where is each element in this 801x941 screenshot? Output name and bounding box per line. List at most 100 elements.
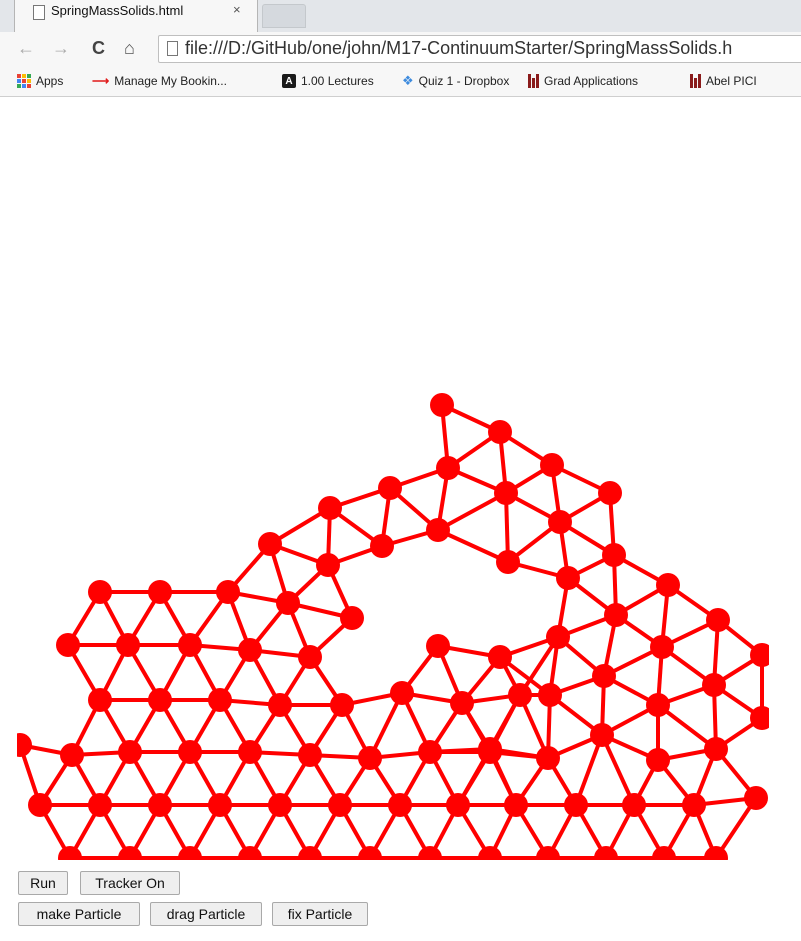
particle[interactable] (148, 793, 172, 817)
particle[interactable] (426, 634, 450, 658)
back-arrow-icon[interactable]: ← (17, 38, 35, 58)
particle[interactable] (602, 543, 626, 567)
particle[interactable] (388, 793, 412, 817)
particle[interactable] (594, 846, 618, 860)
forward-arrow-icon[interactable]: → (52, 38, 70, 58)
particle[interactable] (358, 846, 382, 860)
particle[interactable] (208, 688, 232, 712)
particle[interactable] (478, 737, 502, 761)
particle[interactable] (488, 420, 512, 444)
particle[interactable] (88, 580, 112, 604)
particle[interactable] (488, 645, 512, 669)
particle[interactable] (590, 723, 614, 747)
new-tab-button[interactable] (262, 4, 306, 28)
particle[interactable] (390, 681, 414, 705)
particle[interactable] (646, 693, 670, 717)
reload-icon[interactable]: C (92, 38, 105, 58)
particle[interactable] (704, 737, 728, 761)
home-icon[interactable]: ⌂ (124, 38, 135, 58)
bookmark-dropbox[interactable]: ❖ Quiz 1 - Dropbox (402, 71, 509, 91)
particle[interactable] (148, 580, 172, 604)
particle[interactable] (546, 625, 570, 649)
particle[interactable] (318, 496, 342, 520)
particle[interactable] (268, 793, 292, 817)
particle[interactable] (238, 740, 262, 764)
particle[interactable] (370, 534, 394, 558)
fix-particle-button[interactable]: fix Particle (272, 902, 368, 926)
particle[interactable] (540, 453, 564, 477)
run-button[interactable]: Run (18, 871, 68, 895)
bookmark-manage-booking[interactable]: ⟶ Manage My Bookin... (92, 71, 227, 91)
close-tab-icon[interactable]: × (233, 2, 241, 17)
particle[interactable] (178, 740, 202, 764)
particle[interactable] (17, 733, 32, 757)
particle[interactable] (682, 793, 706, 817)
particle[interactable] (178, 633, 202, 657)
particle[interactable] (536, 846, 560, 860)
particle[interactable] (340, 606, 364, 630)
particle[interactable] (656, 573, 680, 597)
particle[interactable] (598, 481, 622, 505)
particle[interactable] (276, 591, 300, 615)
particle[interactable] (496, 550, 520, 574)
particle[interactable] (148, 688, 172, 712)
address-bar[interactable]: file:///D:/GitHub/one/john/M17-Continuum… (158, 35, 801, 63)
particle[interactable] (316, 553, 340, 577)
particle[interactable] (238, 846, 262, 860)
url-text[interactable]: file:///D:/GitHub/one/john/M17-Continuum… (185, 38, 732, 59)
particle[interactable] (216, 580, 240, 604)
particle[interactable] (548, 510, 572, 534)
particle[interactable] (118, 740, 142, 764)
particle[interactable] (258, 532, 282, 556)
particle[interactable] (446, 793, 470, 817)
make-particle-button[interactable]: make Particle (18, 902, 140, 926)
particle[interactable] (118, 846, 142, 860)
particle[interactable] (744, 786, 768, 810)
browser-tab[interactable]: SpringMassSolids.html × (14, 0, 258, 32)
particle[interactable] (702, 673, 726, 697)
particle[interactable] (650, 635, 674, 659)
particle[interactable] (436, 456, 460, 480)
particle[interactable] (652, 846, 676, 860)
bookmark-grad-applications[interactable]: Grad Applications (528, 71, 638, 91)
particle[interactable] (494, 481, 518, 505)
particle[interactable] (330, 693, 354, 717)
particle[interactable] (88, 688, 112, 712)
particle[interactable] (450, 691, 474, 715)
particle[interactable] (430, 393, 454, 417)
particle[interactable] (592, 664, 616, 688)
particle[interactable] (28, 793, 52, 817)
particle[interactable] (536, 746, 560, 770)
bookmark-apps[interactable]: Apps (17, 71, 63, 91)
particle[interactable] (564, 793, 588, 817)
particle[interactable] (208, 793, 232, 817)
particle[interactable] (88, 793, 112, 817)
particle[interactable] (504, 793, 528, 817)
particle[interactable] (268, 693, 292, 717)
particle[interactable] (622, 793, 646, 817)
particle[interactable] (358, 746, 382, 770)
particle[interactable] (58, 846, 82, 860)
particle[interactable] (604, 603, 628, 627)
particle[interactable] (556, 566, 580, 590)
particle[interactable] (238, 638, 262, 662)
drag-particle-button[interactable]: drag Particle (150, 902, 262, 926)
particle[interactable] (378, 476, 402, 500)
particle[interactable] (478, 846, 502, 860)
particle[interactable] (298, 846, 322, 860)
particle[interactable] (116, 633, 140, 657)
particle[interactable] (178, 846, 202, 860)
particle[interactable] (646, 748, 670, 772)
particle[interactable] (508, 683, 532, 707)
particle[interactable] (298, 645, 322, 669)
simulation-canvas[interactable] (17, 97, 769, 860)
particle[interactable] (418, 740, 442, 764)
particle[interactable] (418, 846, 442, 860)
particle[interactable] (60, 743, 84, 767)
bookmark-abel[interactable]: Abel PICI (690, 71, 757, 91)
particle[interactable] (56, 633, 80, 657)
particle[interactable] (706, 608, 730, 632)
particle[interactable] (298, 743, 322, 767)
particle[interactable] (328, 793, 352, 817)
particle[interactable] (426, 518, 450, 542)
